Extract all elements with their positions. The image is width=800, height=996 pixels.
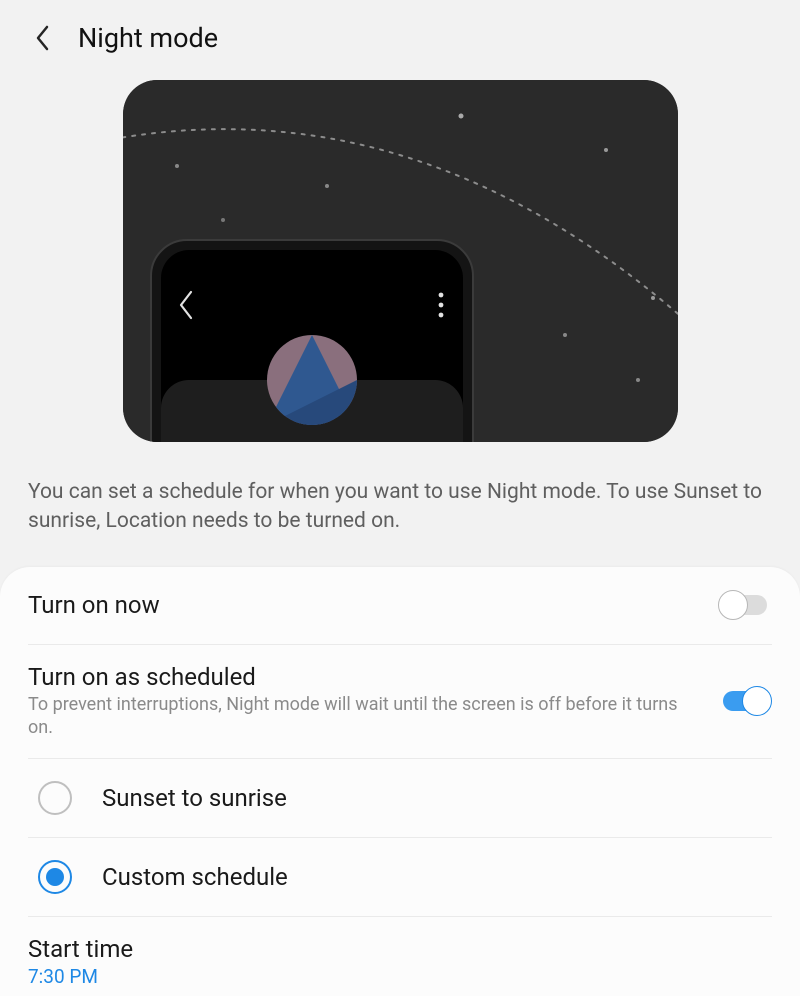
radio-sunset-to-sunrise[interactable]: Sunset to sunrise — [28, 759, 772, 838]
turn-on-now-row[interactable]: Turn on now — [28, 567, 772, 645]
back-icon[interactable] — [30, 25, 56, 51]
illustration-container — [0, 72, 800, 454]
description-text: You can set a schedule for when you want… — [0, 454, 800, 567]
settings-panel: Turn on now Turn on as scheduled To prev… — [0, 567, 800, 996]
radio-label: Custom schedule — [102, 863, 288, 891]
phone-overflow-icon — [438, 293, 443, 318]
page-title: Night mode — [78, 22, 218, 54]
radio-icon — [38, 781, 72, 815]
turn-on-scheduled-switch[interactable] — [718, 686, 772, 716]
header: Night mode — [0, 0, 800, 72]
turn-on-scheduled-row[interactable]: Turn on as scheduled To prevent interrup… — [28, 645, 772, 759]
start-time-label: Start time — [28, 935, 772, 963]
night-mode-illustration — [123, 80, 678, 442]
turn-on-scheduled-label: Turn on as scheduled — [28, 663, 700, 691]
radio-icon — [38, 860, 72, 894]
radio-custom-schedule[interactable]: Custom schedule — [28, 838, 772, 917]
start-time-value: 7:30 PM — [28, 965, 772, 988]
radio-label: Sunset to sunrise — [102, 784, 287, 812]
turn-on-now-label: Turn on now — [28, 591, 700, 619]
turn-on-now-switch[interactable] — [718, 590, 772, 620]
start-time-row[interactable]: Start time 7:30 PM — [28, 917, 772, 996]
turn-on-scheduled-subtitle: To prevent interruptions, Night mode wil… — [28, 693, 700, 740]
